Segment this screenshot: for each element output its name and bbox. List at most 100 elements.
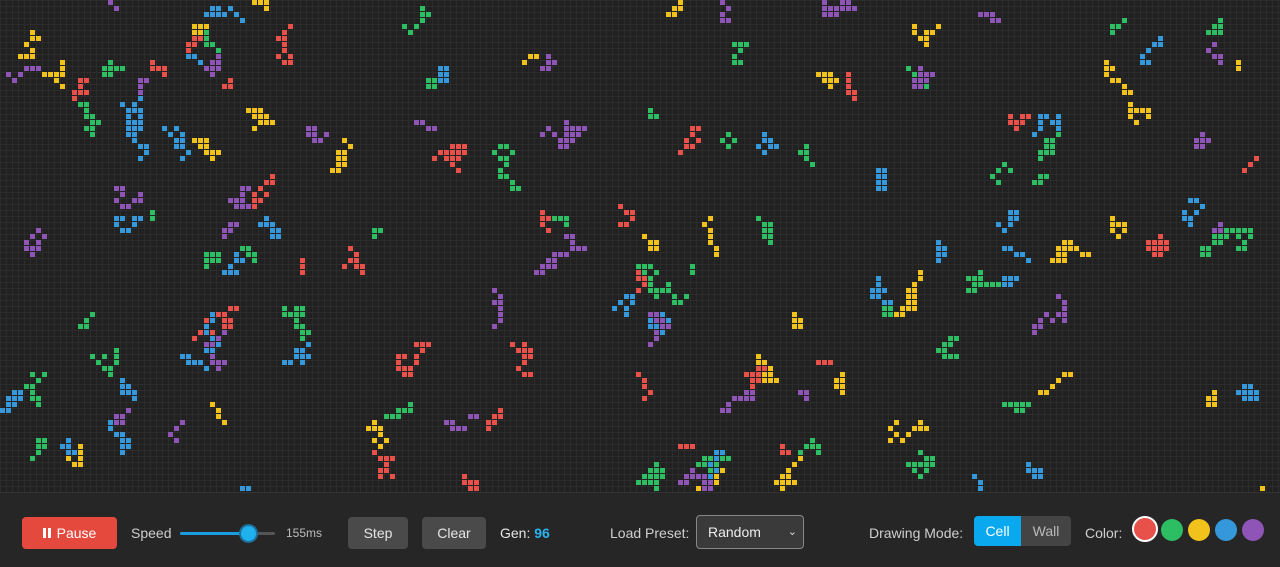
live-cell (936, 348, 941, 353)
mode-wall-button[interactable]: Wall (1021, 516, 1071, 546)
live-cell (84, 318, 89, 323)
live-cell (936, 24, 941, 29)
live-cell (1218, 222, 1223, 227)
speed-value: 155ms (286, 526, 323, 540)
live-cell (708, 228, 713, 233)
live-cell (252, 252, 257, 257)
live-cell (1050, 318, 1055, 323)
live-cell (1218, 240, 1223, 245)
live-cell (498, 156, 503, 161)
color-swatch-blue[interactable] (1215, 519, 1237, 541)
live-cell (570, 234, 575, 239)
live-cell (306, 342, 311, 347)
speed-slider[interactable] (180, 526, 275, 541)
live-cell (216, 54, 221, 59)
live-cell (582, 126, 587, 131)
preset-select[interactable]: Random ⌄ (696, 515, 804, 549)
live-cell (612, 306, 617, 311)
live-cell (426, 342, 431, 347)
live-cell (390, 456, 395, 461)
live-cell (690, 144, 695, 149)
live-cell (312, 138, 317, 143)
live-cell (36, 444, 41, 449)
live-cell (474, 486, 479, 491)
live-cell (1044, 312, 1049, 317)
live-cell (798, 450, 803, 455)
live-cell (516, 366, 521, 371)
color-swatch-purple[interactable] (1242, 519, 1264, 541)
live-cell (450, 426, 455, 431)
live-cell (648, 282, 653, 287)
live-cell (30, 456, 35, 461)
live-cell (720, 408, 725, 413)
live-cell (1044, 174, 1049, 179)
live-cell (174, 144, 179, 149)
live-cell (768, 138, 773, 143)
live-cell (396, 354, 401, 359)
live-cell (12, 78, 17, 83)
clear-button[interactable]: Clear (422, 517, 486, 549)
pause-button[interactable]: Pause (22, 517, 117, 549)
live-cell (546, 258, 551, 263)
live-cell (1236, 390, 1241, 395)
live-cell (138, 96, 143, 101)
live-cell (252, 258, 257, 263)
live-cell (648, 264, 653, 269)
live-cell (228, 306, 233, 311)
live-cell (270, 180, 275, 185)
live-cell (636, 264, 641, 269)
live-cell (762, 366, 767, 371)
color-swatch-green[interactable] (1161, 519, 1183, 541)
live-cell (240, 186, 245, 191)
live-cell (36, 438, 41, 443)
live-cell (1230, 228, 1235, 233)
live-cell (120, 216, 125, 221)
live-cell (996, 222, 1001, 227)
live-cell (564, 138, 569, 143)
live-cell (204, 252, 209, 257)
live-cell (360, 270, 365, 275)
live-cell (1038, 114, 1043, 119)
live-cell (648, 390, 653, 395)
live-cell (492, 420, 497, 425)
live-cell (150, 216, 155, 221)
live-cell (882, 174, 887, 179)
game-board[interactable] (0, 0, 1280, 492)
live-cell (984, 12, 989, 17)
live-cell (882, 312, 887, 317)
live-cell (780, 444, 785, 449)
live-cell (546, 60, 551, 65)
live-cell (420, 12, 425, 17)
live-cell (756, 216, 761, 221)
color-swatch-red[interactable] (1132, 516, 1158, 542)
live-cell (876, 186, 881, 191)
live-cell (744, 372, 749, 377)
live-cell (1062, 318, 1067, 323)
live-cell (288, 360, 293, 365)
live-cell (300, 258, 305, 263)
color-swatch-yellow[interactable] (1188, 519, 1210, 541)
live-cell (912, 468, 917, 473)
live-cell (1212, 228, 1217, 233)
live-cell (1218, 30, 1223, 35)
live-cell (30, 396, 35, 401)
live-cell (300, 336, 305, 341)
speed-slider-handle[interactable] (241, 526, 257, 541)
live-cell (24, 384, 29, 389)
live-cell (840, 384, 845, 389)
live-cell (288, 60, 293, 65)
live-cell (24, 66, 29, 71)
live-cell (642, 480, 647, 485)
step-button[interactable]: Step (348, 517, 408, 549)
generation-counter: Gen: 96 (500, 525, 550, 541)
live-cell (1026, 462, 1031, 467)
live-cell (1128, 102, 1133, 107)
live-cell (942, 354, 947, 359)
live-cell (174, 126, 179, 131)
live-cell (42, 372, 47, 377)
mode-cell-button[interactable]: Cell (974, 516, 1021, 546)
live-cell (132, 126, 137, 131)
live-cell (660, 324, 665, 329)
live-cell (120, 102, 125, 107)
live-cell (672, 6, 677, 11)
